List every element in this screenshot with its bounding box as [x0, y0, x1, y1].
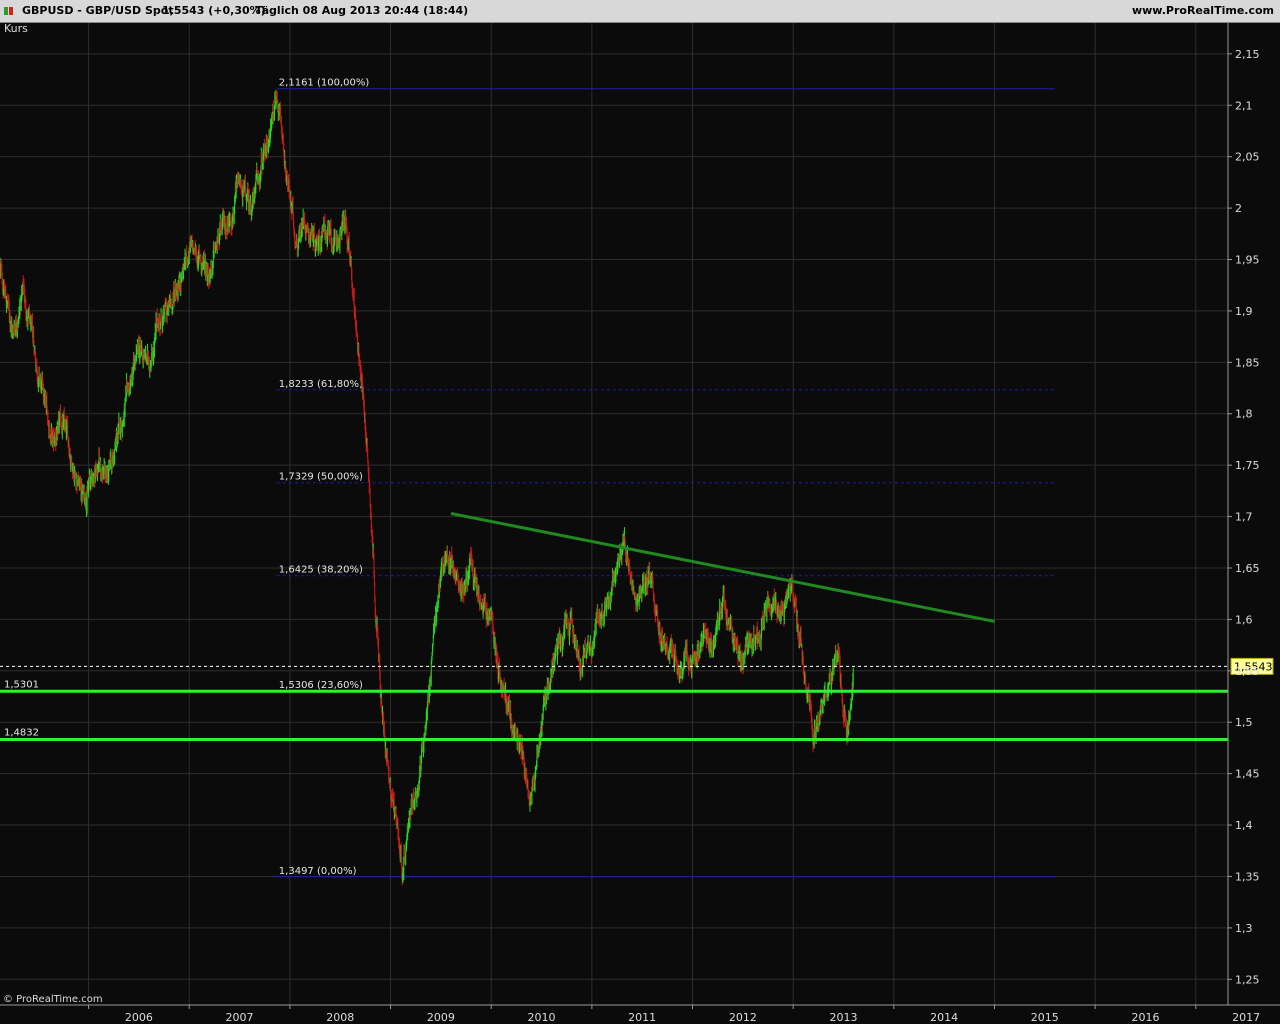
fib-label: 1,6425 (38,20%)	[279, 565, 363, 576]
fib-label: 1,8233 (61,80%)	[279, 379, 363, 390]
x-axis: 2006 2007 2008 2009 2010 2011 2012 2013 2014 2015…	[88, 1005, 1260, 1024]
y-tick-label: 1,25	[1235, 973, 1260, 986]
y-tick-label: 1,65	[1235, 562, 1260, 575]
y-tick-label: 1,35	[1235, 870, 1260, 883]
x-tick-label: 2011	[628, 1011, 656, 1024]
x-tick-label: 2017	[1232, 1011, 1260, 1024]
y-tick-label: 1,9	[1235, 305, 1253, 318]
x-tick-label: 2010	[528, 1011, 556, 1024]
copyright-label: © ProRealTime.com	[3, 994, 103, 1005]
x-tick-label: 2013	[829, 1011, 857, 1024]
fib-label: 1,5306 (23,60%)	[279, 680, 363, 691]
x-tick-label: 2014	[930, 1011, 958, 1024]
y-tick-label: 2	[1235, 202, 1242, 215]
x-tick-label: 2015	[1031, 1011, 1059, 1024]
y-tick-label: 1,6	[1235, 613, 1253, 626]
y-tick-label: 1,3	[1235, 922, 1253, 935]
x-tick-label: 2009	[427, 1011, 455, 1024]
x-tick-label: 2008	[326, 1011, 354, 1024]
y-tick-label: 1,8	[1235, 408, 1253, 421]
x-tick-label: 2012	[729, 1011, 757, 1024]
y-tick-label: 1,45	[1235, 768, 1260, 781]
fib-label: 1,3497 (0,00%)	[279, 866, 357, 877]
fib-label: 1,7329 (50,00%)	[279, 472, 363, 483]
y-tick-label: 2,05	[1235, 151, 1260, 164]
support-label: 1,5301	[4, 679, 39, 690]
y-tick-label: 2,1	[1235, 99, 1253, 112]
plot-area	[0, 23, 1228, 1004]
y-tick-label: 1,95	[1235, 254, 1260, 267]
indicator-label: Kurs	[4, 22, 28, 35]
y-tick-label: 1,85	[1235, 356, 1260, 369]
y-tick-label: 1,55	[1235, 665, 1260, 678]
y-axis: 2,15 2,1 2,05 2 1,95 1,9 1,85 1,8 1,75 1,7 1,65 1,6…	[1228, 48, 1260, 986]
y-tick-label: 1,75	[1235, 459, 1260, 472]
y-tick-label: 2,15	[1235, 48, 1260, 61]
price-chart[interactable]: 2,1161 (100,00%) 1,8233 (61,80%) 1,7329 (5…	[0, 0, 1280, 1024]
x-tick-label: 2007	[226, 1011, 254, 1024]
y-tick-label: 1,4	[1235, 819, 1253, 832]
y-tick-label: 1,7	[1235, 511, 1253, 524]
y-tick-label: 1,5	[1235, 716, 1253, 729]
x-tick-label: 2016	[1131, 1011, 1159, 1024]
support-label: 1,4832	[4, 728, 39, 739]
x-tick-label: 2006	[125, 1011, 153, 1024]
fib-label: 2,1161 (100,00%)	[279, 78, 370, 89]
